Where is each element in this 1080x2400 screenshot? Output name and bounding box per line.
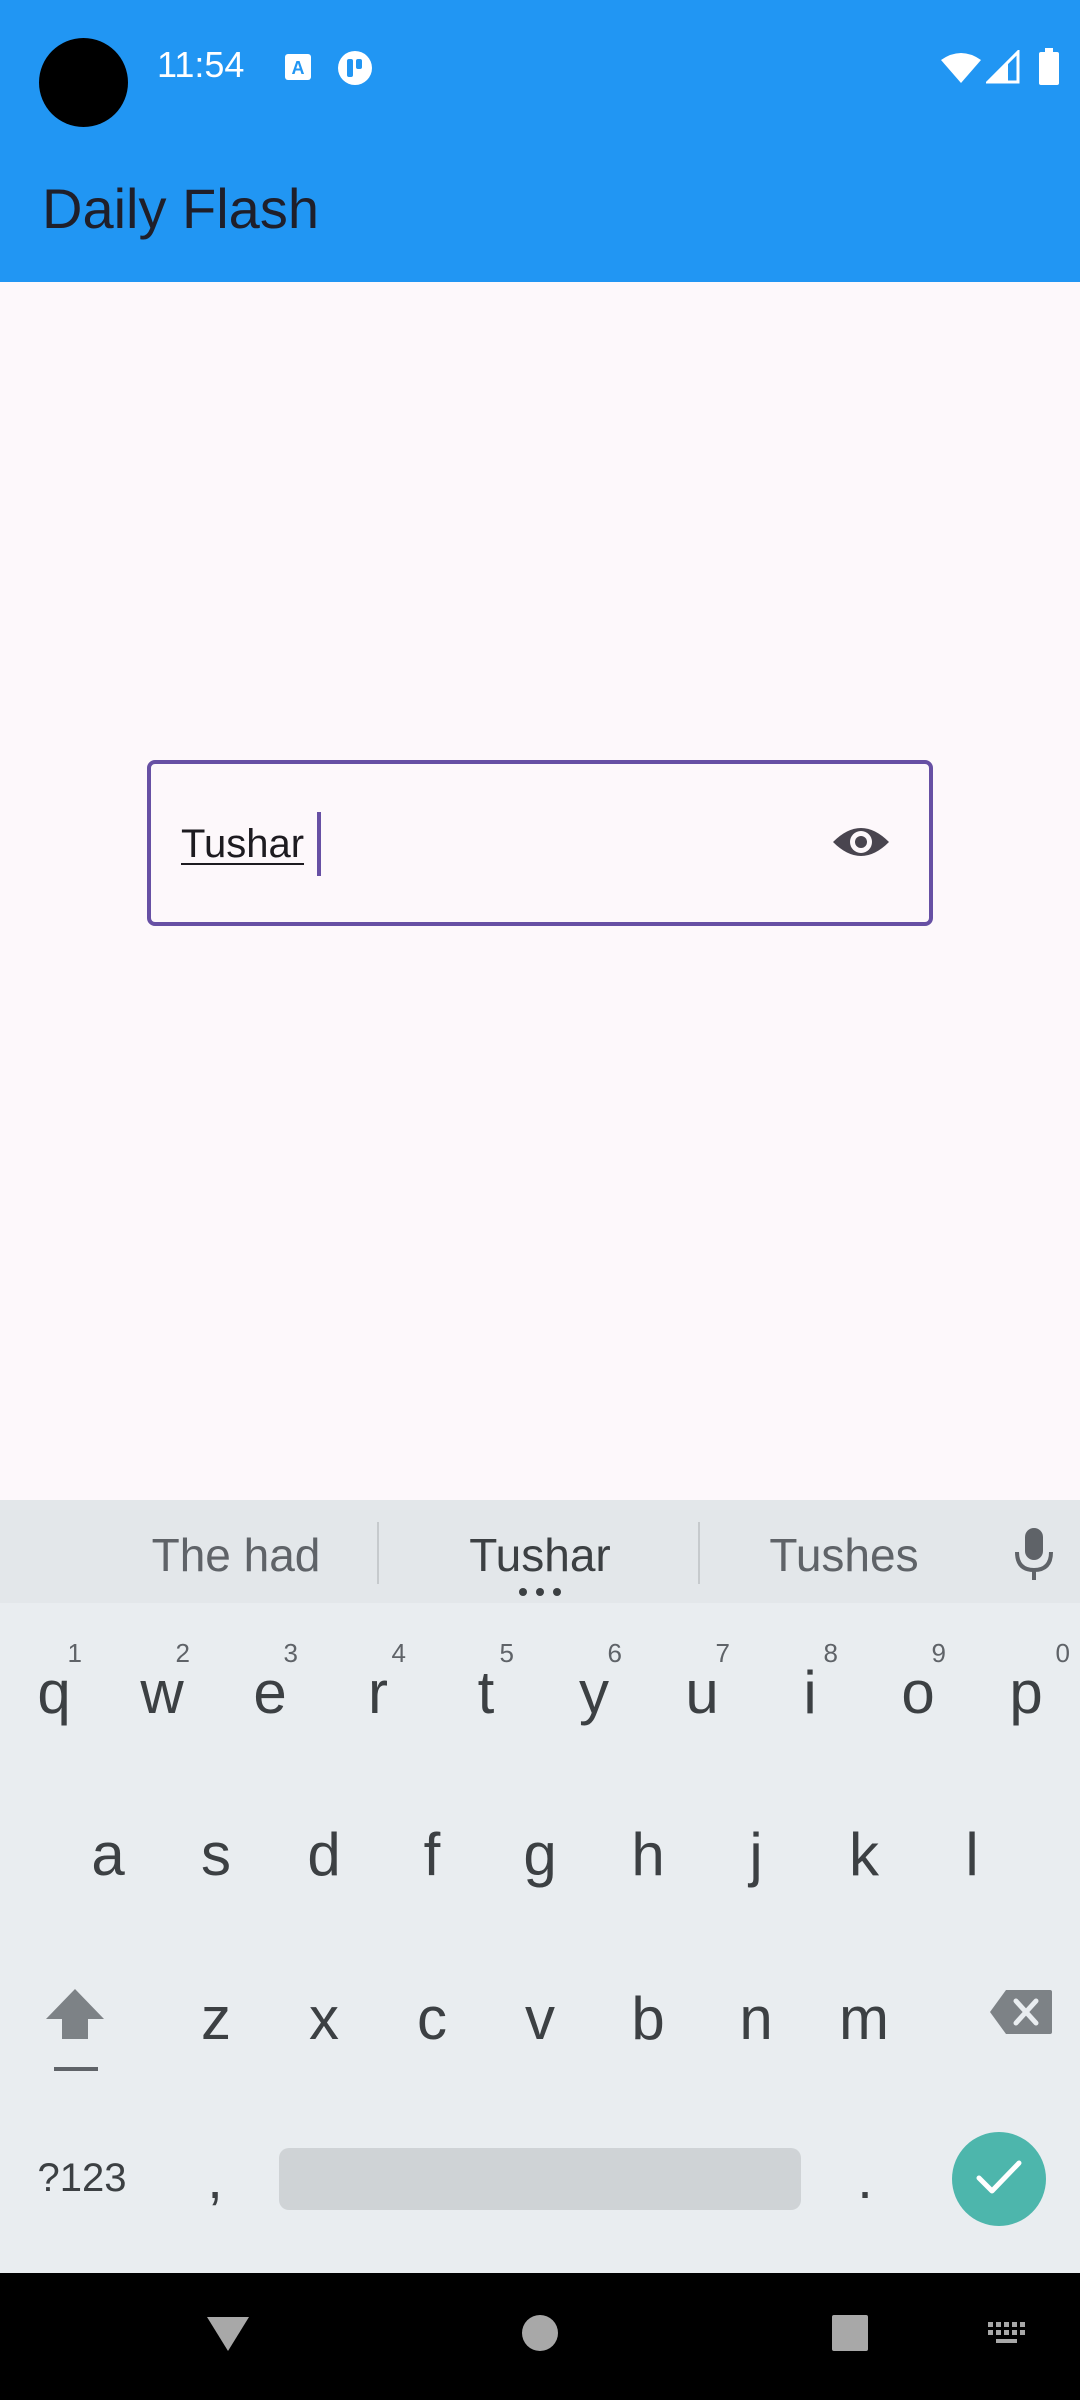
key-b[interactable]: b bbox=[594, 1946, 702, 2086]
key-label: m bbox=[839, 1984, 889, 2052]
key-hint: 0 bbox=[1055, 1638, 1070, 1668]
key-y[interactable]: 6y bbox=[540, 1620, 648, 1760]
key-label: o bbox=[901, 1658, 935, 1726]
key-f[interactable]: f bbox=[378, 1782, 486, 1922]
password-field[interactable]: Tushar bbox=[147, 760, 933, 926]
suggestion-right[interactable]: Tushes bbox=[694, 1528, 994, 1582]
key-k[interactable]: k bbox=[810, 1782, 918, 1922]
key-label: a bbox=[91, 1820, 125, 1888]
key-label: l bbox=[965, 1820, 979, 1888]
key-i[interactable]: 8i bbox=[756, 1620, 864, 1760]
back-button[interactable] bbox=[186, 2293, 270, 2377]
home-icon bbox=[520, 2313, 560, 2358]
key-label: r bbox=[368, 1658, 388, 1726]
key-label: n bbox=[739, 1984, 773, 2052]
camera-cutout bbox=[39, 38, 128, 127]
backspace-icon bbox=[988, 1988, 1054, 2041]
key-label: b bbox=[631, 1984, 665, 2052]
key-c[interactable]: c bbox=[378, 1946, 486, 2086]
recents-icon bbox=[830, 2313, 870, 2358]
suggestion-bar: The had Tushar Tushes bbox=[0, 1500, 1080, 1603]
key-n[interactable]: n bbox=[702, 1946, 810, 2086]
visibility-toggle-button[interactable] bbox=[821, 804, 901, 884]
home-button[interactable] bbox=[498, 2293, 582, 2377]
keyboard-switch-icon bbox=[986, 2320, 1030, 2351]
key-hint: 4 bbox=[391, 1638, 406, 1668]
key-q[interactable]: 1q bbox=[0, 1620, 108, 1760]
suggestion-center[interactable]: Tushar bbox=[390, 1528, 690, 1582]
signal-icon bbox=[984, 48, 1020, 89]
shift-icon bbox=[40, 1975, 110, 2080]
key-x[interactable]: x bbox=[270, 1946, 378, 2086]
key-s[interactable]: s bbox=[162, 1782, 270, 1922]
enter-key[interactable] bbox=[952, 2132, 1046, 2226]
key-label: h bbox=[631, 1820, 665, 1888]
key-label: k bbox=[849, 1820, 879, 1888]
field-value: Tushar bbox=[181, 822, 305, 866]
battery-icon bbox=[1038, 48, 1060, 91]
key-label: j bbox=[749, 1820, 763, 1888]
comma-key[interactable]: , bbox=[170, 2118, 260, 2238]
suggestion-left[interactable]: The had bbox=[86, 1528, 386, 1582]
wifi-icon bbox=[940, 52, 982, 89]
key-r[interactable]: 4r bbox=[324, 1620, 432, 1760]
mic-icon[interactable] bbox=[1006, 1524, 1062, 1584]
recents-button[interactable] bbox=[808, 2293, 892, 2377]
checkmark-icon bbox=[974, 2157, 1024, 2202]
key-label: q bbox=[37, 1658, 71, 1726]
back-icon bbox=[205, 2313, 251, 2358]
suggestion-divider bbox=[377, 1522, 379, 1584]
key-v[interactable]: v bbox=[486, 1946, 594, 2086]
key-label: x bbox=[309, 1984, 339, 2052]
key-label: u bbox=[685, 1658, 719, 1726]
key-a[interactable]: a bbox=[54, 1782, 162, 1922]
more-suggestions-icon[interactable] bbox=[519, 1588, 561, 1596]
shift-key[interactable] bbox=[30, 1975, 120, 2085]
key-label: e bbox=[253, 1658, 287, 1726]
key-label: f bbox=[423, 1820, 441, 1888]
key-hint: 5 bbox=[499, 1638, 514, 1668]
key-hint: 8 bbox=[823, 1638, 838, 1668]
svg-text:A: A bbox=[292, 58, 305, 78]
key-label: i bbox=[803, 1658, 817, 1726]
key-label: v bbox=[525, 1984, 555, 2052]
key-w[interactable]: 2w bbox=[108, 1620, 216, 1760]
key-label: c bbox=[417, 1984, 447, 2052]
key-label: z bbox=[201, 1984, 231, 2052]
backspace-key[interactable] bbox=[966, 1984, 1076, 2044]
key-label: s bbox=[201, 1820, 231, 1888]
app-badge-icon bbox=[336, 49, 374, 92]
key-label: w bbox=[140, 1658, 184, 1726]
key-label: y bbox=[579, 1658, 609, 1726]
navigation-bar bbox=[0, 2273, 1080, 2400]
key-d[interactable]: d bbox=[270, 1782, 378, 1922]
space-key[interactable] bbox=[279, 2148, 801, 2210]
key-m[interactable]: m bbox=[810, 1946, 918, 2086]
text-caret bbox=[317, 812, 321, 876]
keyboard-switch-button[interactable] bbox=[976, 2303, 1040, 2367]
app-bar: 11:54 A Daily Flash bbox=[0, 0, 1080, 282]
key-label: g bbox=[523, 1820, 557, 1888]
key-e[interactable]: 3e bbox=[216, 1620, 324, 1760]
key-label: p bbox=[1009, 1658, 1043, 1726]
app-title: Daily Flash bbox=[42, 177, 319, 240]
symbols-key[interactable]: ?123 bbox=[22, 2118, 142, 2238]
key-t[interactable]: 5t bbox=[432, 1620, 540, 1760]
status-time: 11:54 bbox=[157, 44, 245, 85]
key-g[interactable]: g bbox=[486, 1782, 594, 1922]
period-key[interactable]: . bbox=[820, 2118, 910, 2238]
key-z[interactable]: z bbox=[162, 1946, 270, 2086]
key-u[interactable]: 7u bbox=[648, 1620, 756, 1760]
screen: 11:54 A Daily Flash Tushar The had Tusha… bbox=[0, 0, 1080, 2400]
key-j[interactable]: j bbox=[702, 1782, 810, 1922]
key-o[interactable]: 9o bbox=[864, 1620, 972, 1760]
key-label: t bbox=[477, 1658, 495, 1726]
eye-icon bbox=[831, 822, 891, 867]
key-label: d bbox=[307, 1820, 341, 1888]
font-a-icon: A bbox=[283, 52, 313, 87]
key-l[interactable]: l bbox=[918, 1782, 1026, 1922]
key-p[interactable]: 0p bbox=[972, 1620, 1080, 1760]
key-hint: 6 bbox=[607, 1638, 622, 1668]
key-h[interactable]: h bbox=[594, 1782, 702, 1922]
